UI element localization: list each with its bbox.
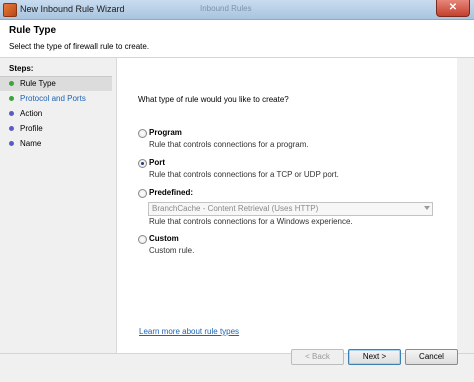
program-radio[interactable] [138, 129, 147, 138]
predefined-rule-select[interactable]: BranchCache - Content Retrieval (Uses HT… [148, 202, 433, 216]
step-label: Profile [20, 124, 43, 133]
step-profile: Profile [0, 122, 112, 136]
cancel-button[interactable]: Cancel [405, 349, 458, 365]
custom-option-description: Custom rule. [149, 246, 195, 255]
predefined-radio[interactable] [138, 189, 147, 198]
rule-type-question: What type of rule would you like to crea… [138, 95, 289, 104]
close-button[interactable]: ✕ [436, 0, 470, 17]
step-bullet-icon [9, 96, 14, 101]
firewall-app-icon [3, 3, 17, 17]
custom-radio[interactable] [138, 235, 147, 244]
step-protocol-and-ports[interactable]: Protocol and Ports [0, 92, 112, 106]
footer-divider [0, 353, 474, 354]
predefined-option-description: Rule that controls connections for a Win… [149, 217, 353, 226]
port-option-description: Rule that controls connections for a TCP… [149, 170, 339, 179]
step-bullet-icon [9, 81, 14, 86]
step-bullet-icon [9, 141, 14, 146]
custom-option-label[interactable]: Custom [149, 234, 179, 243]
window-title: New Inbound Rule Wizard [20, 4, 125, 14]
learn-more-link[interactable]: Learn more about rule types [139, 327, 239, 336]
predefined-option-label[interactable]: Predefined: [149, 188, 193, 197]
wizard-header: Rule Type Select the type of firewall ru… [0, 20, 474, 58]
step-label: Rule Type [20, 79, 56, 88]
port-option-label[interactable]: Port [149, 158, 165, 167]
page-title: Rule Type [9, 25, 57, 36]
program-option-label[interactable]: Program [149, 128, 182, 137]
background-window-title: Inbound Rules [200, 4, 252, 13]
step-bullet-icon [9, 126, 14, 131]
step-name: Name [0, 137, 112, 151]
program-option-description: Rule that controls connections for a pro… [149, 140, 309, 149]
content-pane: What type of rule would you like to crea… [116, 58, 457, 353]
page-subtitle: Select the type of firewall rule to crea… [9, 42, 150, 51]
step-rule-type: Rule Type [0, 77, 112, 91]
step-label: Name [20, 139, 42, 148]
predefined-select-value: BranchCache - Content Retrieval (Uses HT… [152, 204, 319, 213]
back-button[interactable]: < Back [291, 349, 344, 365]
step-label[interactable]: Protocol and Ports [20, 94, 86, 103]
title-bar: New Inbound Rule Wizard Inbound Rules ✕ [0, 0, 474, 20]
wizard-window: Rule Type Select the type of firewall ru… [0, 20, 474, 382]
step-bullet-icon [9, 111, 14, 116]
next-button[interactable]: Next > [348, 349, 401, 365]
step-action: Action [0, 107, 112, 121]
steps-pane: Steps: Rule Type Protocol and Ports Acti… [0, 58, 116, 353]
chevron-down-icon [424, 206, 430, 210]
port-radio[interactable] [138, 159, 147, 168]
step-label: Action [20, 109, 43, 118]
steps-label: Steps: [9, 64, 34, 73]
